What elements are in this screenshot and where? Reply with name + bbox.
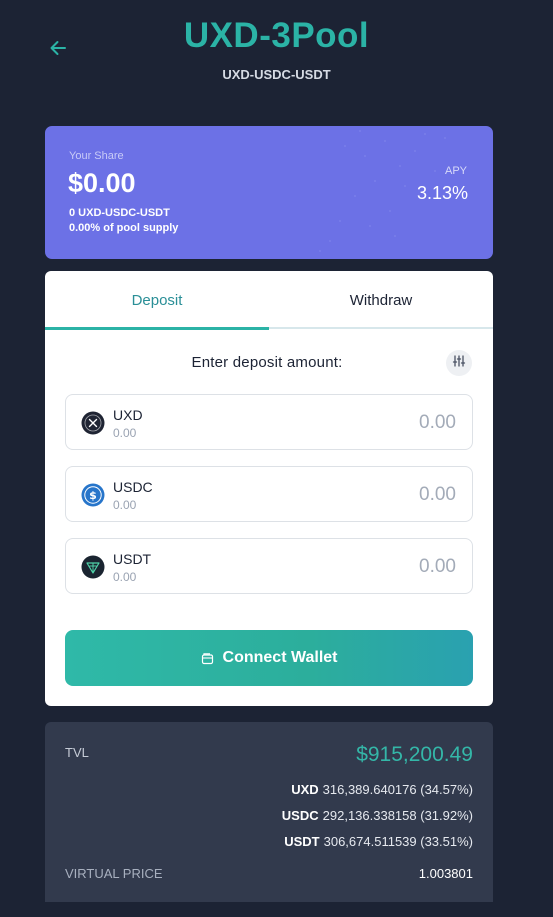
reserve-symbol: UXD [291,782,319,797]
deposit-withdraw-card: Deposit Withdraw Enter deposit amount: U… [45,271,493,706]
usdc-token-icon: $ [81,483,105,507]
token-symbol: USDC [113,479,153,495]
usdc-amount-input[interactable] [306,482,456,508]
reserve-amount: 306,674.511539 (33.51%) [323,834,473,849]
reserve-row-usdt: USDT 306,674.511539 (33.51%) [284,834,473,849]
tab-deposit[interactable]: Deposit [45,271,269,329]
reserve-amount: 292,136.338158 (31.92%) [322,808,473,823]
token-symbol: UXD [113,407,143,423]
token-balance: 0.00 [113,498,137,512]
usdt-token-icon [81,555,105,579]
lp-token-amount: 0 UXD-USDC-USDT [69,207,170,219]
tab-withdraw[interactable]: Withdraw [269,271,493,329]
token-input-row-uxd[interactable]: UXD 0.00 [65,394,473,450]
apy-label: APY [444,165,467,177]
token-symbol: USDT [113,551,152,567]
tvl-value: $915,200.49 [356,743,473,766]
usdt-amount-input[interactable] [306,554,456,580]
connect-wallet-button[interactable]: Connect Wallet [65,630,473,686]
page-title: UXD-3Pool [183,16,370,55]
tab-bar: Deposit Withdraw [45,271,493,330]
reserve-amount: 316,389.640176 (34.57%) [322,782,473,797]
reserve-row-usdc: USDC 292,136.338158 (31.92%) [282,808,473,823]
your-share-card: Your Share $0.00 0 UXD-USDC-USDT 0.00% o… [45,126,493,259]
uxd-token-icon [81,411,105,435]
token-input-row-usdt[interactable]: USDT 0.00 [65,538,473,594]
connect-wallet-label: Connect Wallet [222,649,338,666]
pool-stats-card: TVL $915,200.49 UXD 316,389.640176 (34.57… [45,722,493,902]
pool-supply-percentage: 0.00% of pool supply [69,222,179,234]
sliders-icon [452,354,466,373]
uxd-amount-input[interactable] [306,410,456,436]
your-share-label: Your Share [69,150,124,162]
deposit-prompt: Enter deposit amount: [191,354,343,371]
reserve-symbol: USDC [281,808,319,823]
tvl-label: TVL [65,745,89,760]
your-share-value: $0.00 [68,168,136,198]
apy-value: 3.13% [416,183,468,203]
token-balance: 0.00 [113,426,137,440]
token-balance: 0.00 [113,570,137,584]
header: UXD-3Pool UXD-USDC-USDT [0,0,553,110]
svg-text:$: $ [89,489,97,502]
pool-pair-subtitle: UXD-USDC-USDT [222,67,331,82]
virtual-price-value: 1.003801 [418,866,473,881]
reserve-row-uxd: UXD 316,389.640176 (34.57%) [291,782,473,797]
reserve-symbol: USDT [284,834,320,849]
wallet-icon [201,652,214,665]
virtual-price-label: VIRTUAL PRICE [65,866,163,881]
active-tab-indicator [45,327,269,330]
slippage-settings-button[interactable] [446,350,472,376]
token-input-row-usdc[interactable]: $ USDC 0.00 [65,466,473,522]
